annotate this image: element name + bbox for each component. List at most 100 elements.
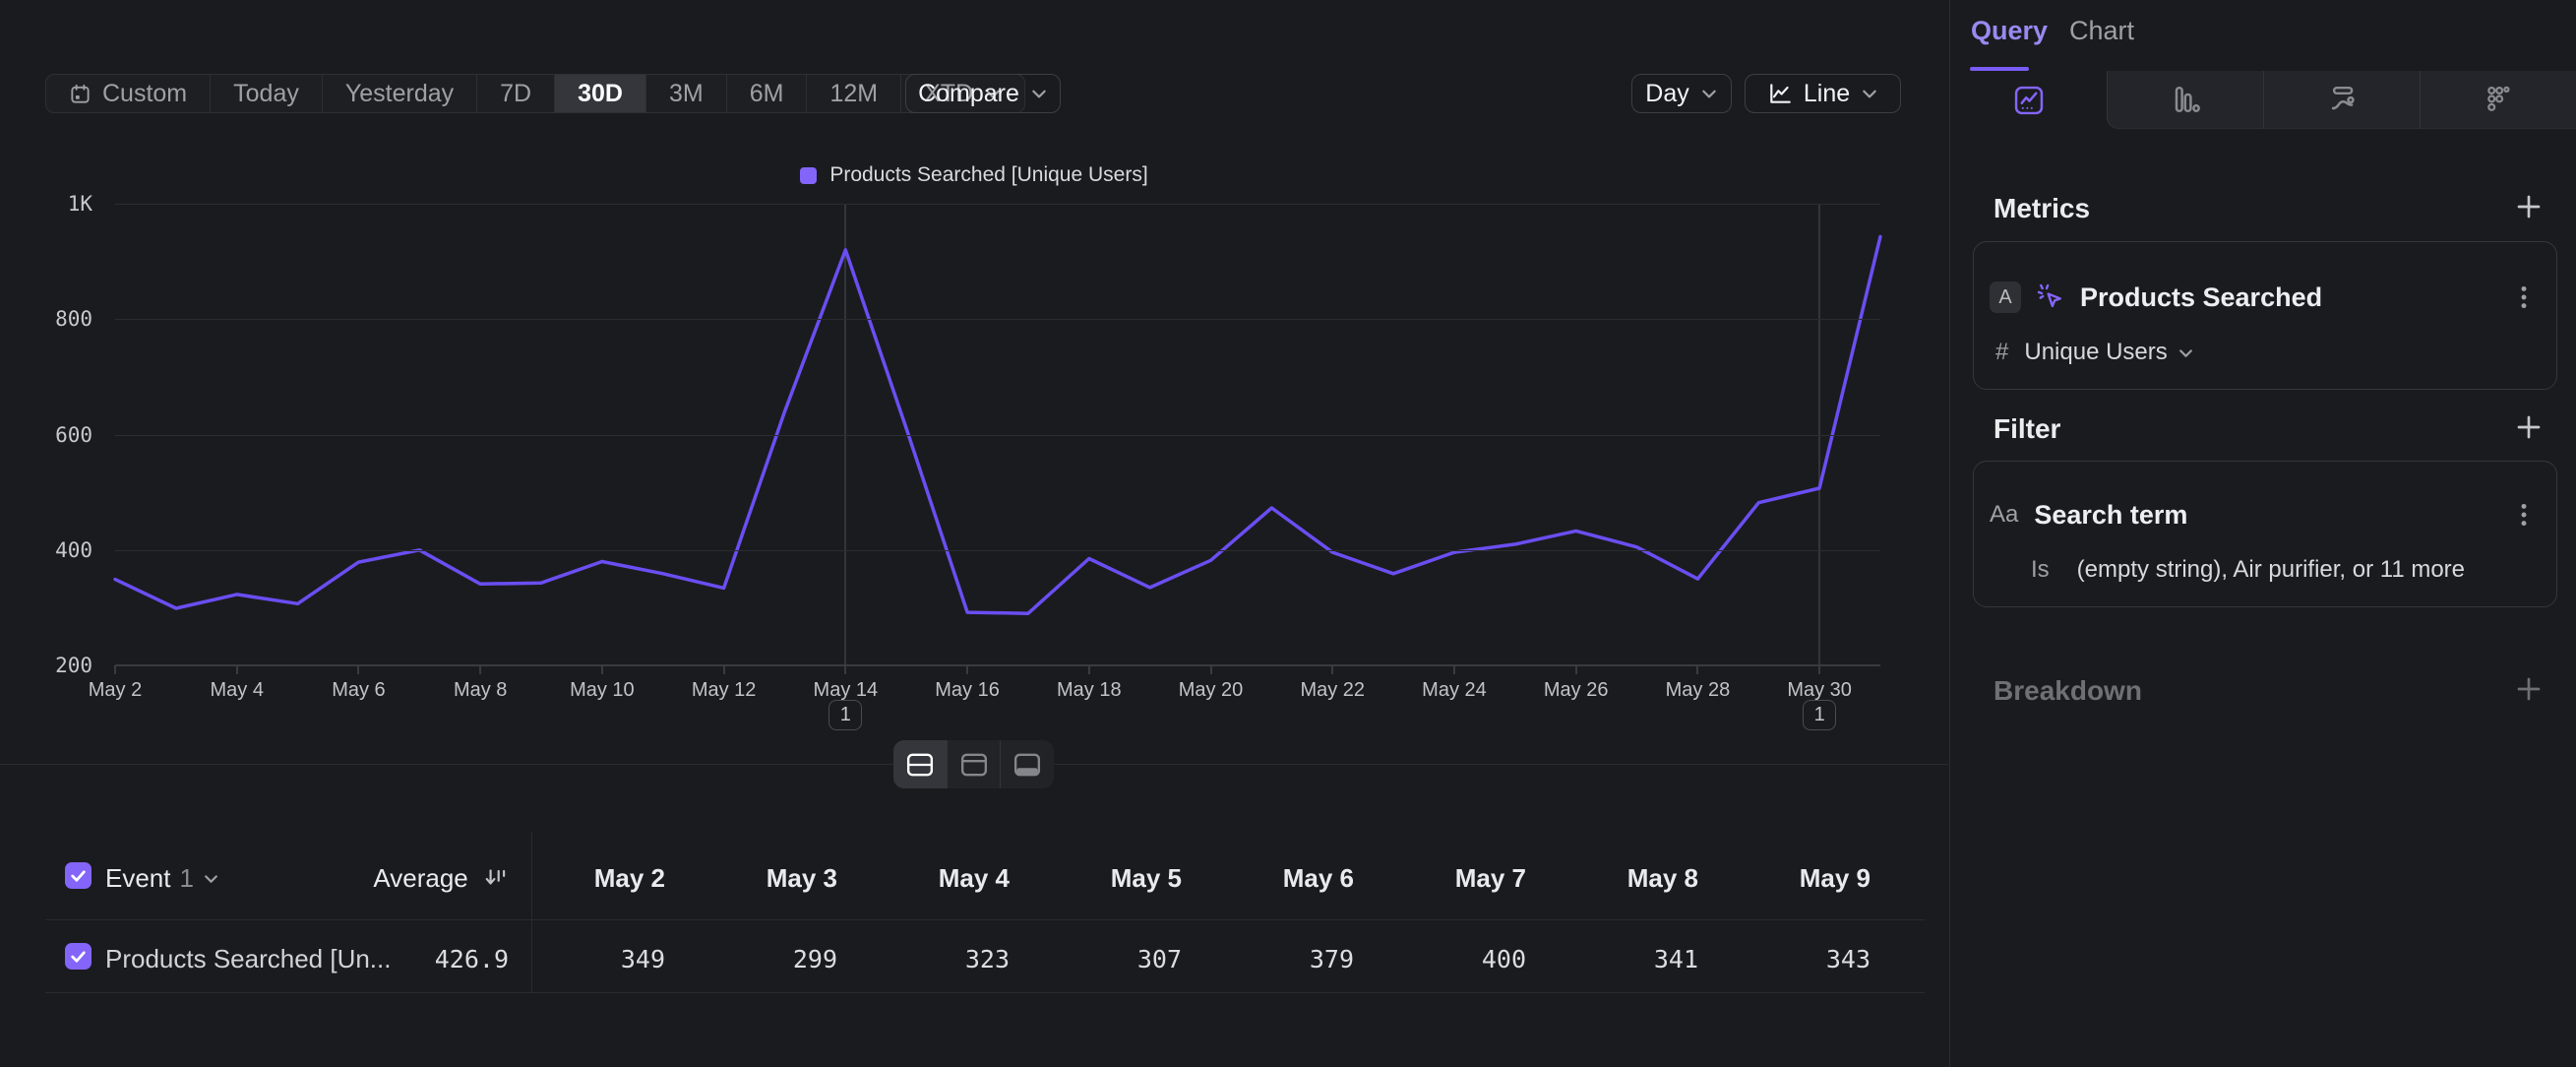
check-icon <box>69 866 88 885</box>
x-axis-tick <box>1575 665 1577 674</box>
add-filter-button[interactable] <box>2513 411 2545 443</box>
date-column-header[interactable]: May 7 <box>1354 863 1526 894</box>
kebab-menu-icon[interactable] <box>2511 282 2537 312</box>
event-count: 1 <box>180 863 194 894</box>
range-30d[interactable]: 30D <box>555 75 646 112</box>
range-label: Yesterday <box>345 80 454 108</box>
legend-swatch <box>800 167 817 184</box>
x-axis-label: May 2 <box>89 679 142 702</box>
date-column-header[interactable]: May 6 <box>1182 863 1354 894</box>
date-column-header[interactable]: May 9 <box>1698 863 1871 894</box>
view-chart-button[interactable] <box>948 740 1002 788</box>
date-column-value: 343 <box>1698 945 1871 973</box>
date-column-header[interactable]: May 4 <box>837 863 1010 894</box>
annotation-badge[interactable]: 1 <box>828 700 862 730</box>
range-label: Today <box>233 80 299 108</box>
chart-type-button[interactable]: Line <box>1745 74 1901 113</box>
filter-card[interactable]: Aa Search term Is (empty string), Air pu… <box>1973 461 2557 607</box>
tab-chart[interactable]: Chart <box>2069 16 2134 46</box>
x-axis-label: May 16 <box>935 679 1000 702</box>
string-type-icon: Aa <box>1990 501 2018 529</box>
x-axis-tick <box>1818 665 1820 674</box>
insights-chart-icon <box>2011 83 2047 118</box>
date-column-header[interactable]: May 3 <box>665 863 837 894</box>
filter-property-name[interactable]: Search term <box>2034 500 2187 531</box>
row-checkbox[interactable] <box>65 943 92 970</box>
view-split-button[interactable] <box>893 740 948 788</box>
add-breakdown-button[interactable] <box>2513 673 2545 705</box>
breakdown-header: Breakdown <box>1993 675 2142 707</box>
x-axis-label: May 10 <box>570 679 635 702</box>
table-date-values: 349299323307379400341343 <box>493 945 1871 973</box>
row-average-value: 426.9 <box>236 945 509 973</box>
date-column-value: 400 <box>1354 945 1526 973</box>
x-axis-tick <box>1210 665 1212 674</box>
x-axis-tick <box>1696 665 1698 674</box>
tab-insights[interactable] <box>1950 71 2107 129</box>
kebab-menu-icon[interactable] <box>2511 500 2537 530</box>
date-column-value: 379 <box>1182 945 1354 973</box>
calendar-icon <box>69 83 92 105</box>
x-axis-tick <box>1088 665 1090 674</box>
range-label: 12M <box>829 80 878 108</box>
x-axis-label: May 18 <box>1057 679 1122 702</box>
metric-card[interactable]: A Products Searched # Unique Users <box>1973 241 2557 390</box>
y-axis-label: 600 <box>22 423 92 447</box>
chart-legend: Products Searched [Unique Users] <box>0 163 1948 187</box>
range-6m[interactable]: 6M <box>727 75 808 112</box>
range-7d[interactable]: 7D <box>477 75 555 112</box>
chevron-down-icon <box>1700 85 1718 102</box>
x-axis-tick <box>966 665 968 674</box>
annotation-badge[interactable]: 1 <box>1803 700 1836 730</box>
range-12m[interactable]: 12M <box>807 75 901 112</box>
range-custom[interactable]: Custom <box>46 75 211 112</box>
date-column-value: 341 <box>1526 945 1698 973</box>
date-column-header[interactable]: May 2 <box>493 863 665 894</box>
x-axis-label: May 20 <box>1179 679 1244 702</box>
range-3m[interactable]: 3M <box>646 75 727 112</box>
metrics-header: Metrics <box>1993 193 2090 224</box>
x-axis-label: May 4 <box>210 679 263 702</box>
y-axis-label: 400 <box>22 538 92 562</box>
date-column-header[interactable]: May 8 <box>1526 863 1698 894</box>
select-all-checkbox[interactable] <box>65 862 92 889</box>
x-axis-tick <box>601 665 603 674</box>
x-axis-tick <box>114 665 116 674</box>
compare-button[interactable]: Compare <box>905 74 1061 113</box>
tab-query[interactable]: Query <box>1971 16 2048 46</box>
line-chart[interactable]: 1K800600400200May 2May 4May 6May 8May 10… <box>115 204 1880 665</box>
x-axis-label: May 6 <box>332 679 385 702</box>
x-axis-label: May 26 <box>1544 679 1609 702</box>
date-column-value: 349 <box>493 945 665 973</box>
tab-retention[interactable] <box>2420 71 2576 129</box>
event-header[interactable]: Event 1 <box>105 863 219 894</box>
table-view-icon <box>1013 752 1041 778</box>
add-metric-button[interactable] <box>2513 191 2545 222</box>
x-axis-label: May 30 <box>1787 679 1852 702</box>
line-chart-icon <box>1767 81 1793 106</box>
range-yesterday[interactable]: Yesterday <box>323 75 477 112</box>
tab-funnels[interactable] <box>2107 71 2263 129</box>
average-header[interactable]: Average <box>236 863 509 894</box>
table-header-divider <box>45 919 1925 920</box>
range-label: Custom <box>102 80 187 108</box>
x-axis-tick <box>1453 665 1455 674</box>
x-axis-label: May 8 <box>454 679 507 702</box>
check-icon <box>69 947 88 966</box>
cursor-click-icon <box>2035 282 2066 313</box>
tab-flows[interactable] <box>2263 71 2420 129</box>
query-type-tabs <box>1950 71 2576 129</box>
date-column-header[interactable]: May 5 <box>1010 863 1182 894</box>
filter-header: Filter <box>1993 413 2060 445</box>
chart-type-label: Line <box>1804 80 1850 108</box>
gridline <box>115 319 1880 320</box>
filter-operator[interactable]: Is <box>2031 556 2050 584</box>
x-axis-label: May 12 <box>692 679 757 702</box>
filter-value[interactable]: (empty string), Air purifier, or 11 more <box>2077 556 2465 584</box>
x-axis-tick <box>357 665 359 674</box>
view-table-button[interactable] <box>1001 740 1054 788</box>
aggregation-selector[interactable]: Unique Users <box>2024 339 2193 366</box>
range-today[interactable]: Today <box>211 75 323 112</box>
metric-name[interactable]: Products Searched <box>2080 282 2322 313</box>
granularity-button[interactable]: Day <box>1631 74 1732 113</box>
